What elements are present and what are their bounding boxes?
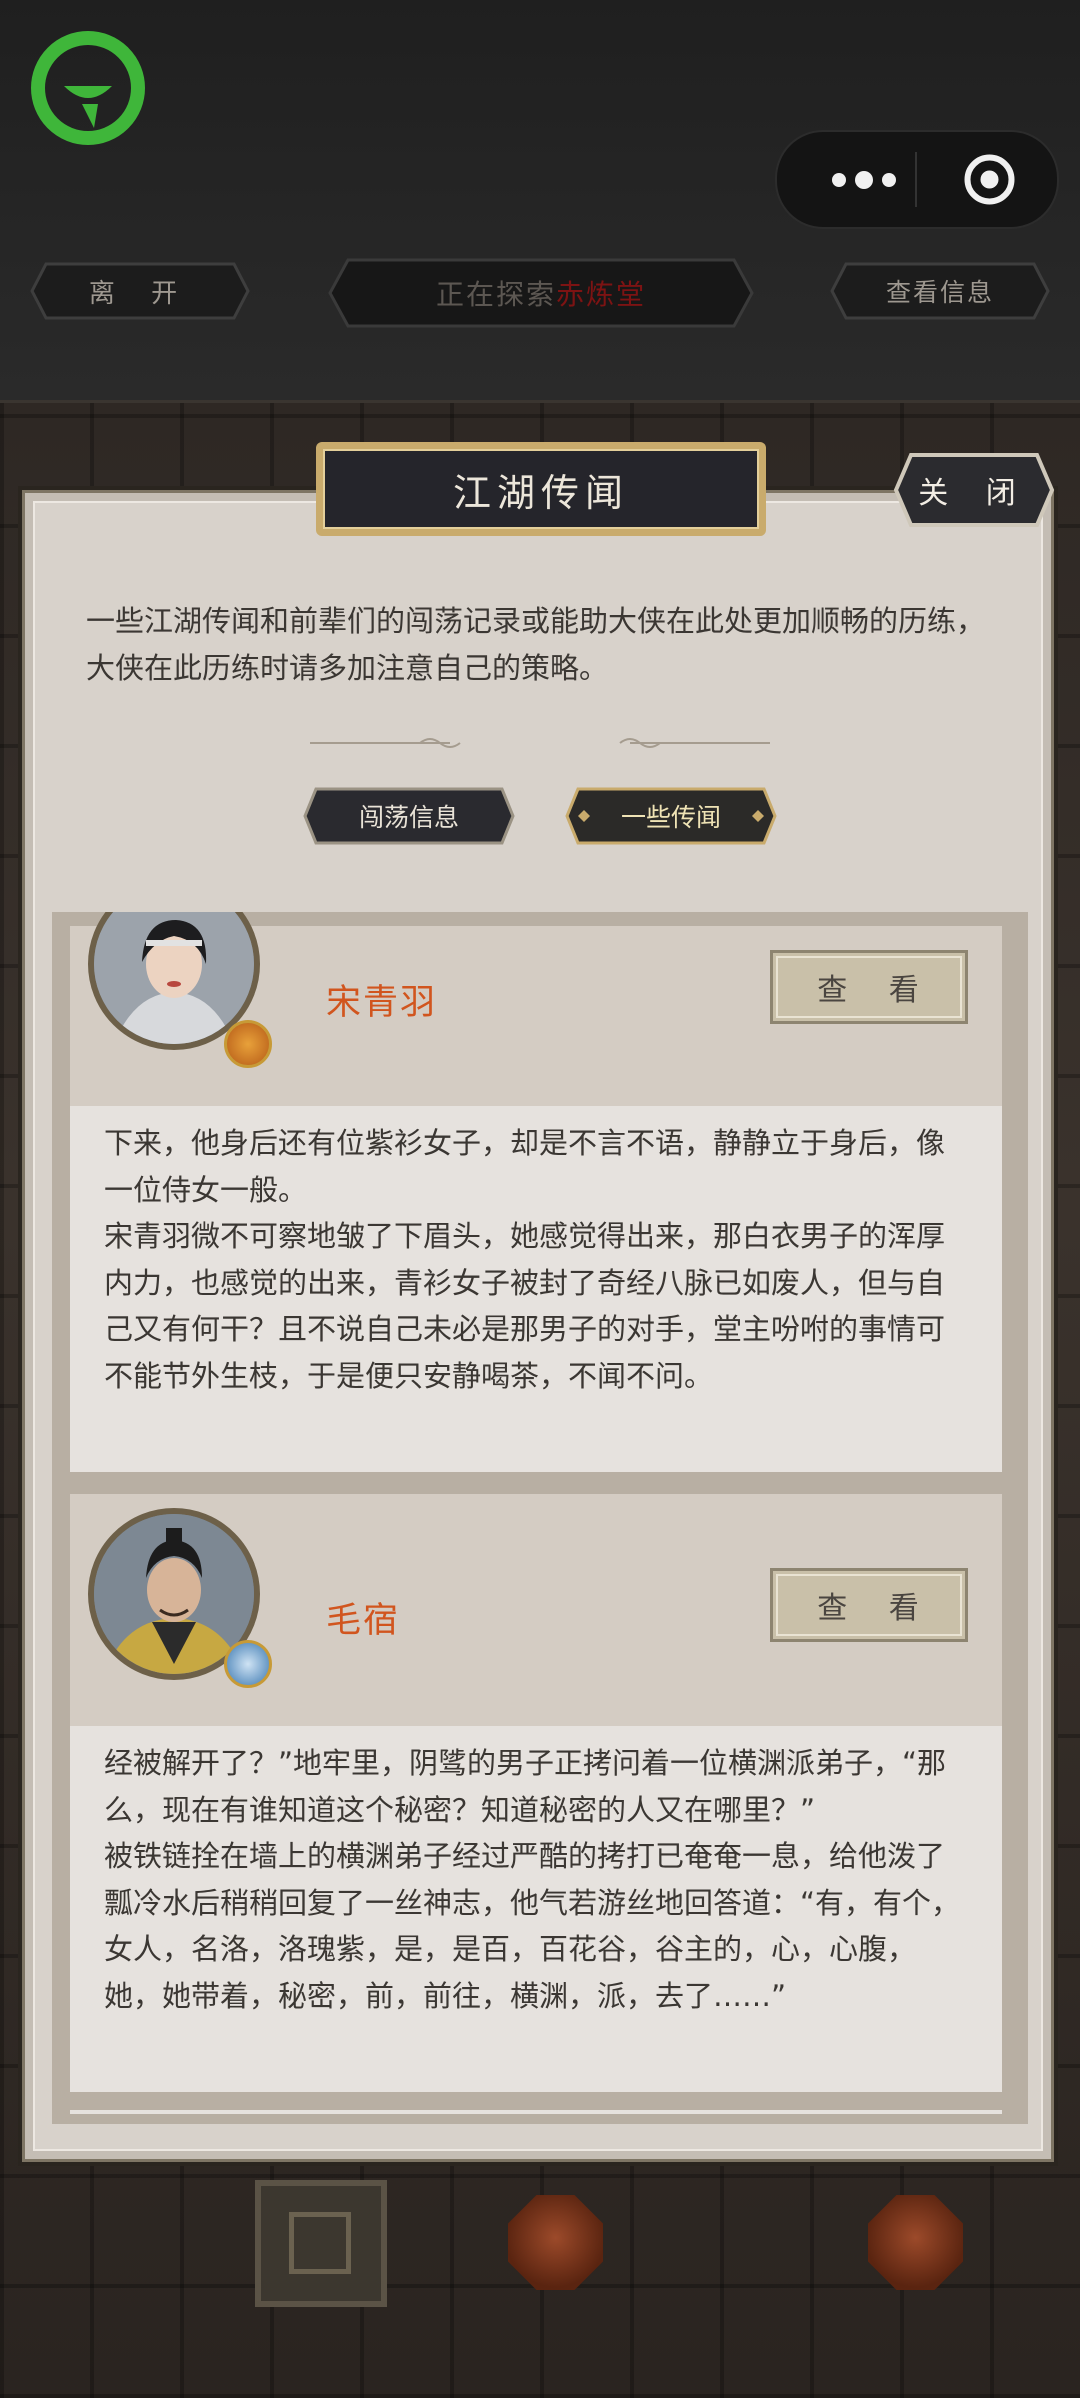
rumor-text: 经被解开了？”地牢里，阴骘的男子正拷问着一位横渊派弟子，“那么，现在有谁知道这个… — [70, 1726, 1002, 2092]
list-end-line — [70, 2110, 1002, 2114]
top-bar: 离 开 正在探索 赤炼堂 查看信息 — [0, 0, 1080, 403]
tab-exploration-info[interactable]: 闯荡信息 — [302, 786, 516, 846]
npc-name: 毛宿 — [326, 1601, 401, 1641]
close-label: 关 闭 — [918, 476, 1030, 511]
hexagon-gem-icon[interactable] — [868, 2195, 963, 2290]
tab-rumors[interactable]: 一些传闻 — [564, 786, 778, 846]
dialog-intro-text: 一些江湖传闻和前辈们的闯荡记录或能助大侠在此处更加顺畅的历练，大侠在此历练时请多… — [86, 604, 986, 685]
fire-element-icon — [224, 1020, 272, 1068]
dialog-title: 江湖传闻 — [452, 470, 629, 515]
more-dots-icon[interactable] — [819, 132, 909, 227]
exploring-status: 正在探索 赤炼堂 — [328, 258, 754, 328]
rumor-card-header: 宋青羽 查 看 — [70, 912, 1002, 1106]
exploring-place: 赤炼堂 — [556, 278, 647, 311]
capsule-divider — [915, 152, 917, 207]
chat-logo-icon[interactable] — [28, 28, 148, 148]
leave-button[interactable]: 离 开 — [30, 262, 250, 320]
rumor-card-header: 毛宿 查 看 — [70, 1494, 1002, 1726]
hexagon-gem-icon[interactable] — [508, 2195, 603, 2290]
tab-label: 闯荡信息 — [358, 803, 459, 832]
water-element-icon — [224, 1640, 272, 1688]
exploring-prefix: 正在探索 — [435, 278, 556, 311]
floor-tile-decoration — [255, 2180, 387, 2307]
mini-program-capsule — [775, 130, 1059, 229]
view-info-label: 查看信息 — [885, 278, 994, 307]
view-button[interactable]: 查 看 — [770, 950, 968, 1024]
ornament-divider — [310, 738, 770, 748]
rumor-text: 下来，他身后还有位紫衫女子，却是不言不语，静静立于身后，像一位侍女一般。 宋青羽… — [70, 1106, 1002, 1472]
view-button[interactable]: 查 看 — [770, 1568, 968, 1642]
npc-name: 宋青羽 — [326, 983, 438, 1023]
tab-label: 一些传闻 — [620, 803, 721, 832]
rumor-list[interactable]: 宋青羽 查 看 下来，他身后还有位紫衫女子，却是不言不语，静静立于身后，像一位侍… — [52, 912, 1028, 2124]
close-button[interactable]: 关 闭 — [893, 452, 1055, 528]
target-circle-icon[interactable] — [962, 152, 1017, 207]
dialog-title-plate: 江湖传闻 — [314, 440, 768, 538]
view-info-button[interactable]: 查看信息 — [830, 262, 1050, 320]
leave-label: 离 开 — [88, 278, 192, 309]
